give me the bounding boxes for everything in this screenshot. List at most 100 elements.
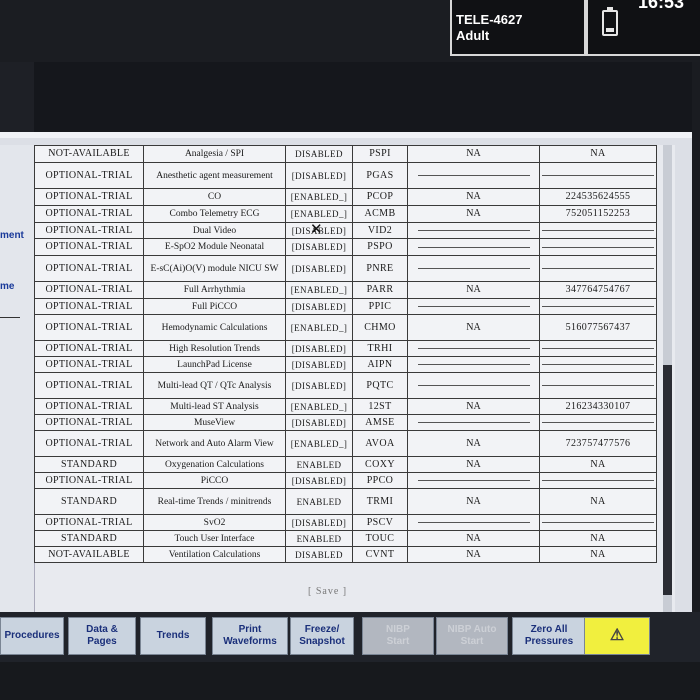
- license-type-cell-text: OPTIONAL-TRIAL: [45, 437, 133, 449]
- alarm-silence-button[interactable]: ⚠: [584, 617, 650, 655]
- license-row[interactable]: NOT-AVAILABLE Analgesia / SPI DISABLED PSPI…: [34, 145, 657, 163]
- patient-info-box[interactable]: TELE-4627 Adult: [450, 0, 586, 56]
- feature-name-cell: Multi-lead QT / QTc Analysis: [143, 372, 286, 399]
- serial-cell-text: 723757477576: [565, 437, 631, 449]
- license-type-cell-text: OPTIONAL-TRIAL: [45, 224, 133, 236]
- code-cell: AIPN: [352, 356, 408, 373]
- feature-name-cell: High Resolution Trends: [143, 340, 286, 357]
- patient-type: Adult: [456, 28, 490, 43]
- license-row[interactable]: OPTIONAL-TRIAL Full Arrhythmia [ENABLED_] P…: [34, 281, 657, 299]
- license-type-cell: OPTIONAL-TRIAL: [34, 188, 144, 206]
- license-row[interactable]: OPTIONAL-TRIAL Anesthetic agent measureme…: [34, 162, 657, 189]
- license-row[interactable]: OPTIONAL-TRIAL SvO2 [DISABLED] PSCV: [34, 514, 657, 531]
- code-cell: TOUC: [352, 530, 408, 547]
- left-menu-divider: [0, 317, 20, 318]
- code-cell: TRHI: [352, 340, 408, 357]
- license-row[interactable]: OPTIONAL-TRIAL Full PiCCO [DISABLED] PPIC: [34, 298, 657, 315]
- serial-cell: [539, 340, 657, 357]
- empty-field-line: [542, 246, 654, 248]
- code-cell: CVNT: [352, 546, 408, 563]
- value-cell-text: NA: [466, 458, 481, 470]
- license-type-cell-text: OPTIONAL-TRIAL: [45, 342, 133, 354]
- license-row[interactable]: OPTIONAL-TRIAL E-SpO2 Module Neonatal [DIS…: [34, 238, 657, 256]
- license-row[interactable]: OPTIONAL-TRIAL PiCCO [DISABLED] PPCO: [34, 472, 657, 489]
- license-row[interactable]: OPTIONAL-TRIAL Multi-lead ST Analysis [ENA…: [34, 398, 657, 415]
- serial-cell: [539, 255, 657, 282]
- code-cell: PARR: [352, 281, 408, 299]
- license-row[interactable]: OPTIONAL-TRIAL Multi-lead QT / QTc Analys…: [34, 372, 657, 399]
- license-row[interactable]: OPTIONAL-TRIAL Hemodynamic Calculations [E…: [34, 314, 657, 341]
- value-cell: NA: [407, 530, 540, 547]
- code-cell: PQTC: [352, 372, 408, 399]
- license-type-cell: NOT-AVAILABLE: [34, 145, 144, 163]
- license-type-cell: OPTIONAL-TRIAL: [34, 356, 144, 373]
- code-cell: COXY: [352, 456, 408, 473]
- value-cell: [407, 340, 540, 357]
- serial-cell: NA: [539, 530, 657, 547]
- status-cell-text: [DISABLED]: [291, 343, 347, 354]
- nibp-start-button[interactable]: NIBP Start: [362, 617, 434, 655]
- feature-name-cell-text: MuseView: [193, 417, 236, 428]
- procedures-button[interactable]: Procedures: [0, 617, 64, 655]
- license-row[interactable]: OPTIONAL-TRIAL High Resolution Trends [DIS…: [34, 340, 657, 357]
- license-type-cell-text: NOT-AVAILABLE: [48, 148, 130, 159]
- left-menu-item-partial-2[interactable]: me: [0, 281, 14, 292]
- empty-field-line: [542, 306, 654, 307]
- value-cell-text: NA: [466, 548, 481, 560]
- serial-cell: [539, 162, 657, 189]
- serial-cell: 347764754767: [539, 281, 657, 299]
- license-row[interactable]: OPTIONAL-TRIAL LaunchPad License [DISABLED…: [34, 356, 657, 373]
- empty-field-line: [417, 246, 530, 248]
- feature-name-cell: Anesthetic agent measurement: [143, 162, 286, 189]
- value-cell: [407, 162, 540, 189]
- serial-cell-text: NA: [590, 495, 606, 507]
- empty-field-line: [542, 348, 654, 349]
- status-cell-text: [DISABLED]: [291, 242, 347, 252]
- code-cell-text: ACMB: [364, 208, 396, 219]
- left-menu-item-partial-1[interactable]: ment: [0, 230, 24, 241]
- value-cell: [407, 514, 540, 531]
- value-cell-text: NA: [466, 321, 481, 333]
- license-row[interactable]: OPTIONAL-TRIAL CO [ENABLED_] PCOP NA 22453562…: [34, 188, 657, 206]
- print-waveforms-button[interactable]: Print Waveforms: [212, 617, 288, 655]
- freeze-snapshot-button[interactable]: Freeze/ Snapshot: [290, 617, 354, 655]
- license-row[interactable]: STANDARD Real-time Trends / minitrends ENA…: [34, 488, 657, 515]
- license-row[interactable]: OPTIONAL-TRIAL MuseView [DISABLED] AMSE: [34, 414, 657, 431]
- serial-cell: NA: [539, 488, 657, 515]
- trends-button[interactable]: Trends: [140, 617, 206, 655]
- feature-name-cell: PiCCO: [143, 472, 286, 489]
- status-cell-text: [ENABLED_]: [290, 438, 348, 449]
- license-type-cell: OPTIONAL-TRIAL: [34, 298, 144, 315]
- feature-name-cell-text: Full PiCCO: [191, 301, 238, 312]
- right-bezel: [692, 62, 700, 662]
- license-row[interactable]: OPTIONAL-TRIAL Combo Telemetry ECG [ENABLE…: [34, 205, 657, 223]
- feature-name-cell: Combo Telemetry ECG: [143, 205, 286, 223]
- empty-field-line: [542, 175, 654, 176]
- code-cell: PSCV: [352, 514, 408, 531]
- feature-name-cell: CO: [143, 188, 286, 206]
- code-cell-text: PPCO: [366, 474, 394, 486]
- license-type-cell: OPTIONAL-TRIAL: [34, 514, 144, 531]
- status-cell-text: ENABLED: [296, 496, 342, 507]
- scrollbar-thumb[interactable]: [663, 365, 672, 595]
- license-row[interactable]: NOT-AVAILABLE Ventilation Calculations DIS…: [34, 546, 657, 563]
- feature-name-cell: Network and Auto Alarm View: [143, 430, 286, 457]
- license-row[interactable]: OPTIONAL-TRIAL Dual Video [DISABLED] VID2: [34, 222, 657, 239]
- value-cell: NA: [407, 430, 540, 457]
- license-row[interactable]: OPTIONAL-TRIAL E-sC(Ai)O(V) module NICU S…: [34, 255, 657, 282]
- value-cell-text: NA: [466, 208, 481, 219]
- nibp-auto-start-button[interactable]: NIBP Auto Start: [436, 617, 508, 655]
- feature-name-cell: SvO2: [143, 514, 286, 531]
- save-button[interactable]: [ Save ]: [308, 586, 347, 597]
- code-cell: PSPI: [352, 145, 408, 163]
- license-row[interactable]: OPTIONAL-TRIAL Network and Auto Alarm Vie…: [34, 430, 657, 457]
- battery-icon: [602, 7, 618, 36]
- value-cell: NA: [407, 205, 540, 223]
- license-type-cell: STANDARD: [34, 456, 144, 473]
- license-row[interactable]: STANDARD Touch User Interface ENABLED TOUC N…: [34, 530, 657, 547]
- license-row[interactable]: STANDARD Oxygenation Calculations ENABLED C…: [34, 456, 657, 473]
- zero-all-pressures-button[interactable]: Zero All Pressures: [512, 617, 586, 655]
- feature-name-cell: LaunchPad License: [143, 356, 286, 373]
- data-pages-button[interactable]: Data & Pages: [68, 617, 136, 655]
- serial-cell: [539, 414, 657, 431]
